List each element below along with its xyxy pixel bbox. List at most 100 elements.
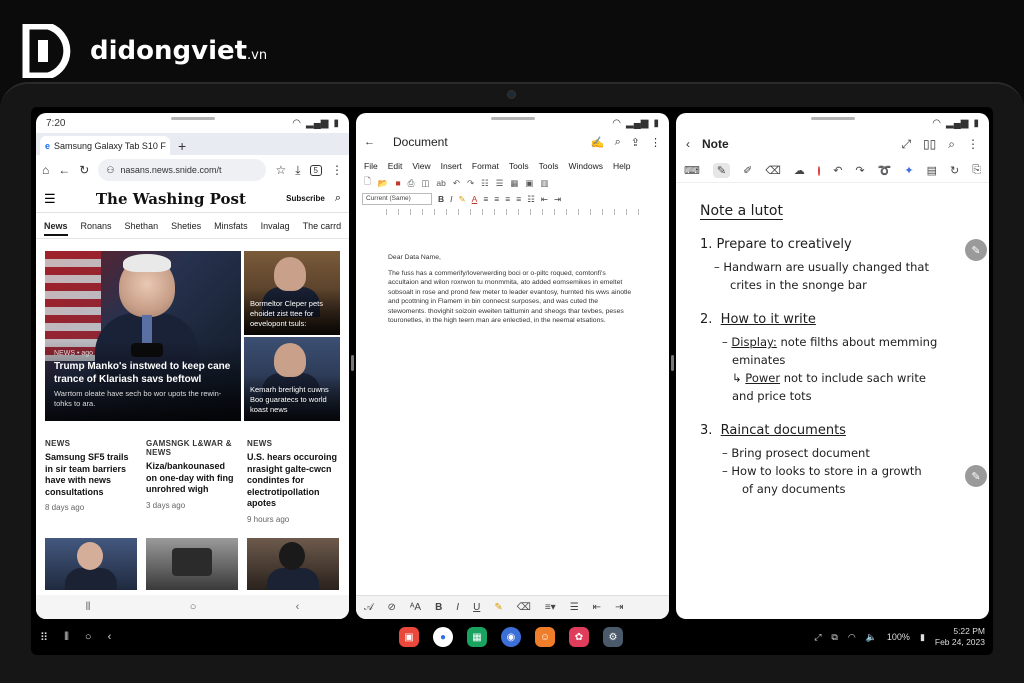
menu-windows[interactable]: Windows — [569, 161, 603, 171]
nav-item[interactable]: Sheties — [171, 221, 201, 231]
split-divider-handle[interactable] — [671, 355, 674, 371]
align-right-icon[interactable]: ≡ — [505, 194, 510, 204]
redo-icon[interactable]: ↷ — [467, 178, 474, 189]
app-icon-messages[interactable]: ● — [433, 627, 453, 647]
window-drag-handle[interactable] — [490, 117, 535, 120]
reader-mode-icon[interactable]: ▯▯ — [923, 137, 936, 151]
highlight-icon[interactable]: ✎ — [494, 602, 502, 613]
recents-icon[interactable]: ⦀ — [64, 631, 69, 644]
print-icon[interactable]: ⎙ — [408, 178, 415, 189]
indent-icon[interactable]: ⇥ — [615, 602, 623, 613]
numbering-icon[interactable]: ☰ — [496, 178, 504, 189]
tab-count-button[interactable]: 5 — [309, 164, 322, 176]
menu-insert[interactable]: Insert — [441, 161, 462, 171]
outdent-icon[interactable]: ⇤ — [541, 194, 548, 205]
highlighter-icon[interactable]: ✐ — [743, 164, 752, 177]
download-icon[interactable]: ⤓ — [295, 163, 300, 178]
back-button-icon[interactable]: ‹ — [296, 601, 300, 613]
search-icon[interactable]: ⌕ — [615, 136, 621, 149]
redo-icon[interactable]: ↷ — [855, 164, 864, 177]
menu-file[interactable]: File — [364, 161, 378, 171]
font-size-icon[interactable]: ᴬA — [410, 602, 421, 613]
align-left-icon[interactable]: ≡ — [483, 194, 488, 204]
bold-icon[interactable]: B — [435, 602, 442, 613]
address-input[interactable]: ⚇ nasans.news.snide.com/t — [98, 159, 267, 181]
app-icon-sheets[interactable]: ▦ — [467, 627, 487, 647]
image-icon[interactable]: ▣ — [525, 178, 533, 189]
hamburger-menu-icon[interactable]: ☰ — [44, 191, 56, 207]
menu-format[interactable]: Format — [472, 161, 499, 171]
nav-item-news[interactable]: News — [44, 221, 68, 236]
side-story[interactable]: Kemarh brerlight cuwns Boo guaratecs to … — [244, 337, 340, 421]
menu-tools[interactable]: Tools — [509, 161, 529, 171]
edit-pen-fab-icon[interactable]: ✎ — [965, 465, 987, 487]
site-info-icon[interactable]: ⚇ — [106, 165, 114, 176]
volume-icon[interactable]: 🔈 — [866, 632, 877, 643]
edit-pen-fab-icon[interactable]: ✎ — [965, 239, 987, 261]
back-icon[interactable]: ← — [58, 163, 70, 177]
hero-headline[interactable]: Trump Manko's instwed to keep cane tranc… — [54, 360, 233, 386]
undo-icon[interactable]: ↶ — [833, 164, 842, 177]
app-icon-gallery[interactable]: ✿ — [569, 627, 589, 647]
open-icon[interactable]: 📂 — [378, 178, 389, 189]
side-story[interactable]: Bormeltor Cleper pets ehoidet zist ttee … — [244, 251, 340, 335]
convert-icon[interactable]: ↻ — [950, 164, 959, 177]
menu-view[interactable]: View — [412, 161, 430, 171]
menu-tools-2[interactable]: Tools — [539, 161, 559, 171]
shape-icon[interactable]: ☁ — [794, 164, 805, 177]
wifi-icon[interactable]: ◠ — [848, 632, 856, 643]
back-icon[interactable]: ← — [364, 136, 375, 148]
more-menu-icon[interactable]: ⋮ — [331, 163, 343, 177]
app-icon-red[interactable]: ▣ — [399, 627, 419, 647]
battery-level[interactable]: 100% — [887, 632, 910, 642]
chart-icon[interactable]: ▥ — [540, 178, 548, 189]
story-card[interactable]: GAMSNGK L&WAR & NEWS Kiza/bankounased on… — [146, 439, 238, 510]
eraser-icon[interactable]: ⌫ — [517, 602, 531, 613]
table-icon[interactable]: ▦ — [510, 178, 518, 189]
indent-icon[interactable]: ⇥ — [554, 194, 561, 205]
app-icon-contacts[interactable]: ☺ — [535, 627, 555, 647]
search-icon[interactable]: ⌕ — [335, 192, 341, 205]
story-thumbnail[interactable] — [45, 538, 137, 590]
pen-icon[interactable]: ✎ — [712, 163, 731, 178]
font-select[interactable]: Current (Same) — [362, 193, 432, 205]
ai-assist-icon[interactable]: ✦ — [904, 164, 913, 177]
search-icon[interactable]: ⌕ — [948, 137, 955, 152]
app-icon-settings[interactable]: ⚙ — [603, 627, 623, 647]
home-button-icon[interactable]: ○ — [85, 631, 92, 643]
more-menu-icon[interactable]: ⋮ — [967, 137, 979, 151]
clear-format-icon[interactable]: ⊘ — [387, 602, 395, 613]
story-headline[interactable]: U.S. hears occuroing nrasight galte-cwcn… — [247, 452, 339, 510]
spellcheck-icon[interactable]: ab — [436, 178, 445, 188]
subscribe-link[interactable]: Subscribe — [286, 194, 325, 203]
text-style-icon[interactable]: 𝒜 — [364, 602, 373, 613]
bullet-list-icon[interactable]: ☷ — [527, 194, 535, 205]
app-icon-browser[interactable]: ◉ — [501, 627, 521, 647]
story-card[interactable]: NEWS Samsung SF5 trails in sir team barr… — [45, 439, 137, 512]
nav-item[interactable]: Ronans — [81, 221, 112, 231]
expand-icon[interactable]: ⤢ — [901, 137, 911, 152]
window-drag-handle[interactable] — [170, 117, 215, 120]
font-color-icon[interactable]: A — [472, 194, 478, 204]
recents-icon[interactable]: ⦀ — [86, 601, 91, 614]
more-menu-icon[interactable]: ⋮ — [650, 136, 661, 149]
back-button-icon[interactable]: ‹ — [108, 631, 112, 643]
lasso-icon[interactable]: ➰ — [878, 164, 892, 177]
menu-edit[interactable]: Edit — [388, 161, 403, 171]
story-card[interactable]: NEWS U.S. hears occuroing nrasight galte… — [247, 439, 339, 524]
align-center-icon[interactable]: ≡ — [494, 194, 499, 204]
highlight-icon[interactable]: ✎ — [459, 194, 466, 205]
clock[interactable]: 5:22 PM Feb 24, 2023 — [935, 626, 985, 648]
handwritten-note[interactable]: Note a lutot 1. Prepare to creatively – … — [700, 203, 980, 498]
story-thumbnail[interactable] — [247, 538, 339, 590]
bookmark-star-icon[interactable]: ☆ — [275, 163, 286, 177]
bold-icon[interactable]: B — [438, 194, 444, 204]
page-settings-icon[interactable]: ⎘ — [972, 164, 981, 177]
nav-item[interactable]: The carrd — [303, 221, 342, 231]
keyboard-icon[interactable]: ⌨ — [684, 164, 700, 177]
new-tab-button[interactable]: + — [178, 137, 186, 155]
home-icon[interactable]: ⌂ — [42, 163, 49, 177]
expand-icon[interactable]: ⤢ — [814, 632, 821, 643]
text-box-icon[interactable]: ▤ — [927, 164, 937, 177]
reload-icon[interactable]: ↻ — [79, 163, 89, 177]
